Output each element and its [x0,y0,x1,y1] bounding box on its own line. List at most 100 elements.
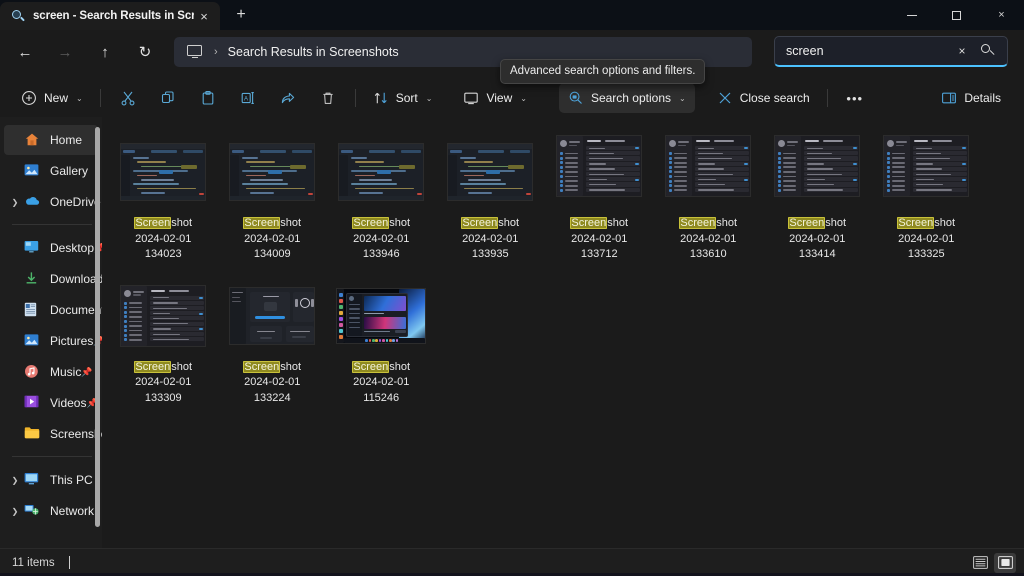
tab-search-results[interactable]: screen - Search Results in Scre × [0,2,220,30]
sidebar-item-network[interactable]: ❯ Network [4,496,98,526]
close-search-button[interactable]: Close search [708,83,819,113]
view-label: View [486,91,512,105]
close-icon [717,90,733,106]
details-pane-button[interactable]: Details [932,83,1010,113]
chevron-down-icon: ⌄ [520,94,527,103]
maximize-button[interactable] [934,0,979,30]
toolbar-divider-3 [827,89,828,107]
sidebar-item-screenshots[interactable]: ❯Screenshots [4,419,98,449]
file-thumbnail-settings [774,135,860,197]
search-match-highlight: Screen [679,217,716,229]
file-name-date: 2024-02-01 [765,232,869,248]
search-options-button[interactable]: Search options ⌄ [559,83,695,113]
clear-search-button[interactable]: × [949,39,975,64]
sidebar-item-documents[interactable]: ❯Documents📌 [4,295,98,325]
search-icon [10,8,26,24]
file-name-rest: shot [171,217,192,229]
sidebar-item-gallery[interactable]: ❯Gallery [4,156,98,186]
network-icon [24,503,42,519]
sidebar-item-desktop[interactable]: ❯Desktop📌 [4,233,98,263]
paste-button[interactable] [189,83,227,113]
more-options-button[interactable]: ••• [836,83,874,113]
close-window-button[interactable]: × [979,0,1024,30]
share-button[interactable] [269,83,307,113]
sidebar-item-home[interactable]: ❯Home [4,125,98,155]
this-pc-icon [24,472,42,488]
share-icon [280,90,296,106]
file-name: Screenshot2024-02-01133309 [111,360,215,407]
chevron-right-icon[interactable]: ❯ [6,476,24,485]
file-tile[interactable]: Screenshot2024-02-01133325 [872,129,981,273]
sort-icon [373,90,389,106]
search-icon[interactable] [975,39,1001,64]
file-tile[interactable]: Screenshot2024-02-01133309 [109,273,218,417]
sidebar-item-label: Network [50,504,94,518]
new-button[interactable]: New ⌄ [12,83,92,113]
navigation-pane: ❯Home❯Gallery❯OneDrive❯Desktop📌❯Download… [0,117,102,548]
file-name: Screenshot2024-02-01133610 [656,216,760,263]
file-tile[interactable]: Screenshot2024-02-01133610 [654,129,763,273]
file-tile[interactable]: Screenshot2024-02-01133935 [436,129,545,273]
search-match-highlight: Screen [134,361,171,373]
file-thumbnail-desktop [336,288,426,344]
file-tile[interactable]: Screenshot2024-02-01133224 [218,273,327,417]
up-button[interactable]: ↑ [88,36,122,68]
large-icons-view-toggle[interactable] [994,553,1016,573]
sidebar-item-label: Desktop [50,241,94,255]
file-thumbnail-code-editor [447,143,533,201]
file-name-rest: shot [280,217,301,229]
details-view-toggle[interactable] [969,553,991,573]
sidebar-divider [12,456,92,457]
file-name: Screenshot2024-02-01134023 [111,216,215,263]
file-name-time: 134023 [111,247,215,263]
thumbnail-container [333,135,429,209]
file-name-time: 133946 [329,247,433,263]
breadcrumb: Search Results in Screenshots [228,45,399,59]
close-tab-button[interactable]: × [194,6,214,26]
minimize-button[interactable] [889,0,934,30]
copy-button[interactable] [149,83,187,113]
file-list-view[interactable]: Screenshot2024-02-01134023Screenshot2024… [102,117,1024,548]
file-tile[interactable]: Screenshot2024-02-01133712 [545,129,654,273]
videos-icon [24,395,42,411]
search-box[interactable]: × [774,36,1008,67]
sidebar-item-this-pc[interactable]: ❯This PC [4,465,98,495]
pictures-icon [24,333,42,349]
file-tile[interactable]: Screenshot2024-02-01133414 [763,129,872,273]
sidebar-item-downloads[interactable]: ❯Downloads📌 [4,264,98,294]
sidebar-item-music[interactable]: ❯Music📌 [4,357,98,387]
view-button[interactable]: View ⌄ [454,83,536,113]
rename-button[interactable]: A [229,83,267,113]
list-view-icon [973,556,988,569]
sidebar-scrollbar[interactable] [95,127,100,527]
cut-button[interactable] [109,83,147,113]
file-tile[interactable]: Screenshot2024-02-01115246 [327,273,436,417]
file-name-date: 2024-02-01 [438,232,542,248]
file-thumbnail-dialog [229,287,315,345]
sidebar-item-pictures[interactable]: ❯Pictures📌 [4,326,98,356]
status-bar: 11 items [0,548,1024,576]
new-tab-button[interactable]: + [226,1,256,29]
file-tile[interactable]: Screenshot2024-02-01134009 [218,129,327,273]
sidebar-item-label: Pictures [50,334,93,348]
sort-button[interactable]: Sort ⌄ [364,83,442,113]
search-input[interactable] [786,44,949,58]
expander-placeholder: ❯ [6,306,24,315]
chevron-right-icon[interactable]: ❯ [6,198,24,207]
icon-view-icon [998,556,1013,569]
details-pane-icon [941,90,957,106]
back-button[interactable]: ← [8,36,42,68]
file-tile[interactable]: Screenshot2024-02-01134023 [109,129,218,273]
file-tile[interactable]: Screenshot2024-02-01133946 [327,129,436,273]
search-options-icon [568,90,584,106]
pin-icon: 📌 [81,367,92,378]
thumbnail-container [878,135,974,209]
chevron-right-icon[interactable]: ❯ [6,507,24,516]
forward-button[interactable]: → [48,36,82,68]
refresh-button[interactable]: ↻ [128,36,162,68]
file-name: Screenshot2024-02-01115246 [329,360,433,407]
thumbnail-container [224,135,320,209]
delete-button[interactable] [309,83,347,113]
sidebar-item-onedrive[interactable]: ❯OneDrive [4,187,98,217]
sidebar-item-videos[interactable]: ❯Videos📌 [4,388,98,418]
